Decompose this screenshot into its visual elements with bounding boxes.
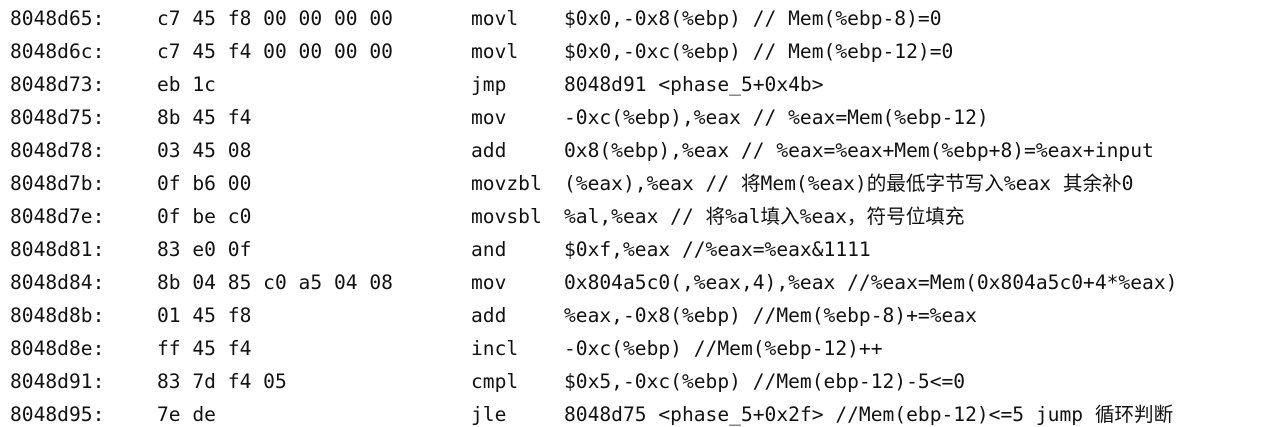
instruction-mnemonic: cmpl <box>471 370 519 393</box>
instruction-mnemonic: mov <box>471 106 507 129</box>
instruction-address: 8048d7e: <box>10 205 105 228</box>
instruction-address: 8048d78: <box>10 139 105 162</box>
instruction-operands-comment: 0x804a5c0(,%eax,4),%eax //%eax=Mem(0x804… <box>564 271 1178 294</box>
disassembly-row: 8048d65: c7 45 f8 00 00 00 00 movl $0x0,… <box>0 2 1272 35</box>
instruction-operands-comment: $0x0,-0x8(%ebp) // Mem(%ebp-8)=0 <box>564 7 942 30</box>
machine-code-bytes: eb 1c <box>157 73 216 96</box>
machine-code-bytes: 0f be c0 <box>157 205 252 228</box>
instruction-mnemonic: add <box>471 139 507 162</box>
disassembly-row: 8048d81: 83 e0 0f and $0xf,%eax //%eax=%… <box>0 233 1272 266</box>
disassembly-row: 8048d84: 8b 04 85 c0 a5 04 08 mov 0x804a… <box>0 266 1272 299</box>
instruction-mnemonic: movsbl <box>471 205 542 228</box>
disassembly-row: 8048d73: eb 1c jmp 8048d91 <phase_5+0x4b… <box>0 68 1272 101</box>
disassembly-listing: 8048d65: c7 45 f8 00 00 00 00 movl $0x0,… <box>0 0 1272 427</box>
instruction-mnemonic: movl <box>471 7 519 30</box>
instruction-mnemonic: incl <box>471 337 519 360</box>
disassembly-row: 8048d7e: 0f be c0 movsbl %al,%eax // 将%a… <box>0 200 1272 233</box>
instruction-operands-comment: %al,%eax // 将%al填入%eax，符号位填充 <box>564 205 965 228</box>
machine-code-bytes: c7 45 f8 00 00 00 00 <box>157 7 393 30</box>
disassembly-row: 8048d8b: 01 45 f8 add %eax,-0x8(%ebp) //… <box>0 299 1272 332</box>
instruction-mnemonic: movzbl <box>471 172 542 195</box>
instruction-operands-comment: %eax,-0x8(%ebp) //Mem(%ebp-8)+=%eax <box>564 304 977 327</box>
instruction-operands-comment: -0xc(%ebp) //Mem(%ebp-12)++ <box>564 337 883 360</box>
instruction-mnemonic: jle <box>471 403 507 426</box>
machine-code-bytes: 7e de <box>157 403 216 426</box>
machine-code-bytes: c7 45 f4 00 00 00 00 <box>157 40 393 63</box>
instruction-mnemonic: and <box>471 238 507 261</box>
machine-code-bytes: 8b 45 f4 <box>157 106 252 129</box>
instruction-operands-comment: $0x0,-0xc(%ebp) // Mem(%ebp-12)=0 <box>564 40 954 63</box>
instruction-operands-comment: 0x8(%ebp),%eax // %eax=%eax+Mem(%ebp+8)=… <box>564 139 1154 162</box>
instruction-operands-comment: $0x5,-0xc(%ebp) //Mem(ebp-12)-5<=0 <box>564 370 966 393</box>
machine-code-bytes: 03 45 08 <box>157 139 252 162</box>
instruction-mnemonic: jmp <box>471 73 507 96</box>
instruction-mnemonic: movl <box>471 40 519 63</box>
disassembly-row: 8048d78: 03 45 08 add 0x8(%ebp),%eax // … <box>0 134 1272 167</box>
disassembly-row: 8048d7b: 0f b6 00 movzbl (%eax),%eax // … <box>0 167 1272 200</box>
disassembly-row: 8048d6c: c7 45 f4 00 00 00 00 movl $0x0,… <box>0 35 1272 68</box>
machine-code-bytes: 83 7d f4 05 <box>157 370 287 393</box>
instruction-address: 8048d6c: <box>10 40 105 63</box>
disassembly-row: 8048d75: 8b 45 f4 mov -0xc(%ebp),%eax //… <box>0 101 1272 134</box>
disassembly-row: 8048d8e: ff 45 f4 incl -0xc(%ebp) //Mem(… <box>0 332 1272 365</box>
instruction-address: 8048d84: <box>10 271 105 294</box>
instruction-operands-comment: $0xf,%eax //%eax=%eax&1111 <box>564 238 871 261</box>
instruction-operands-comment: 8048d75 <phase_5+0x2f> //Mem(ebp-12)<=5 … <box>564 403 1174 426</box>
machine-code-bytes: 0f b6 00 <box>157 172 252 195</box>
instruction-address: 8048d75: <box>10 106 105 129</box>
instruction-address: 8048d81: <box>10 238 105 261</box>
machine-code-bytes: 8b 04 85 c0 a5 04 08 <box>157 271 393 294</box>
instruction-operands-comment: (%eax),%eax // 将Mem(%eax)的最低字节写入%eax 其余补… <box>564 172 1134 195</box>
instruction-mnemonic: add <box>471 304 507 327</box>
instruction-address: 8048d91: <box>10 370 105 393</box>
instruction-operands-comment: 8048d91 <phase_5+0x4b> <box>564 73 824 96</box>
instruction-operands-comment: -0xc(%ebp),%eax // %eax=Mem(%ebp-12) <box>564 106 989 129</box>
instruction-address: 8048d8b: <box>10 304 105 327</box>
instruction-address: 8048d65: <box>10 7 105 30</box>
instruction-address: 8048d7b: <box>10 172 105 195</box>
instruction-address: 8048d73: <box>10 73 105 96</box>
instruction-address: 8048d8e: <box>10 337 105 360</box>
instruction-address: 8048d95: <box>10 403 105 426</box>
machine-code-bytes: 83 e0 0f <box>157 238 252 261</box>
instruction-mnemonic: mov <box>471 271 507 294</box>
disassembly-row: 8048d91: 83 7d f4 05 cmpl $0x5,-0xc(%ebp… <box>0 365 1272 398</box>
machine-code-bytes: ff 45 f4 <box>157 337 252 360</box>
disassembly-row: 8048d95: 7e de jle 8048d75 <phase_5+0x2f… <box>0 398 1272 427</box>
machine-code-bytes: 01 45 f8 <box>157 304 252 327</box>
